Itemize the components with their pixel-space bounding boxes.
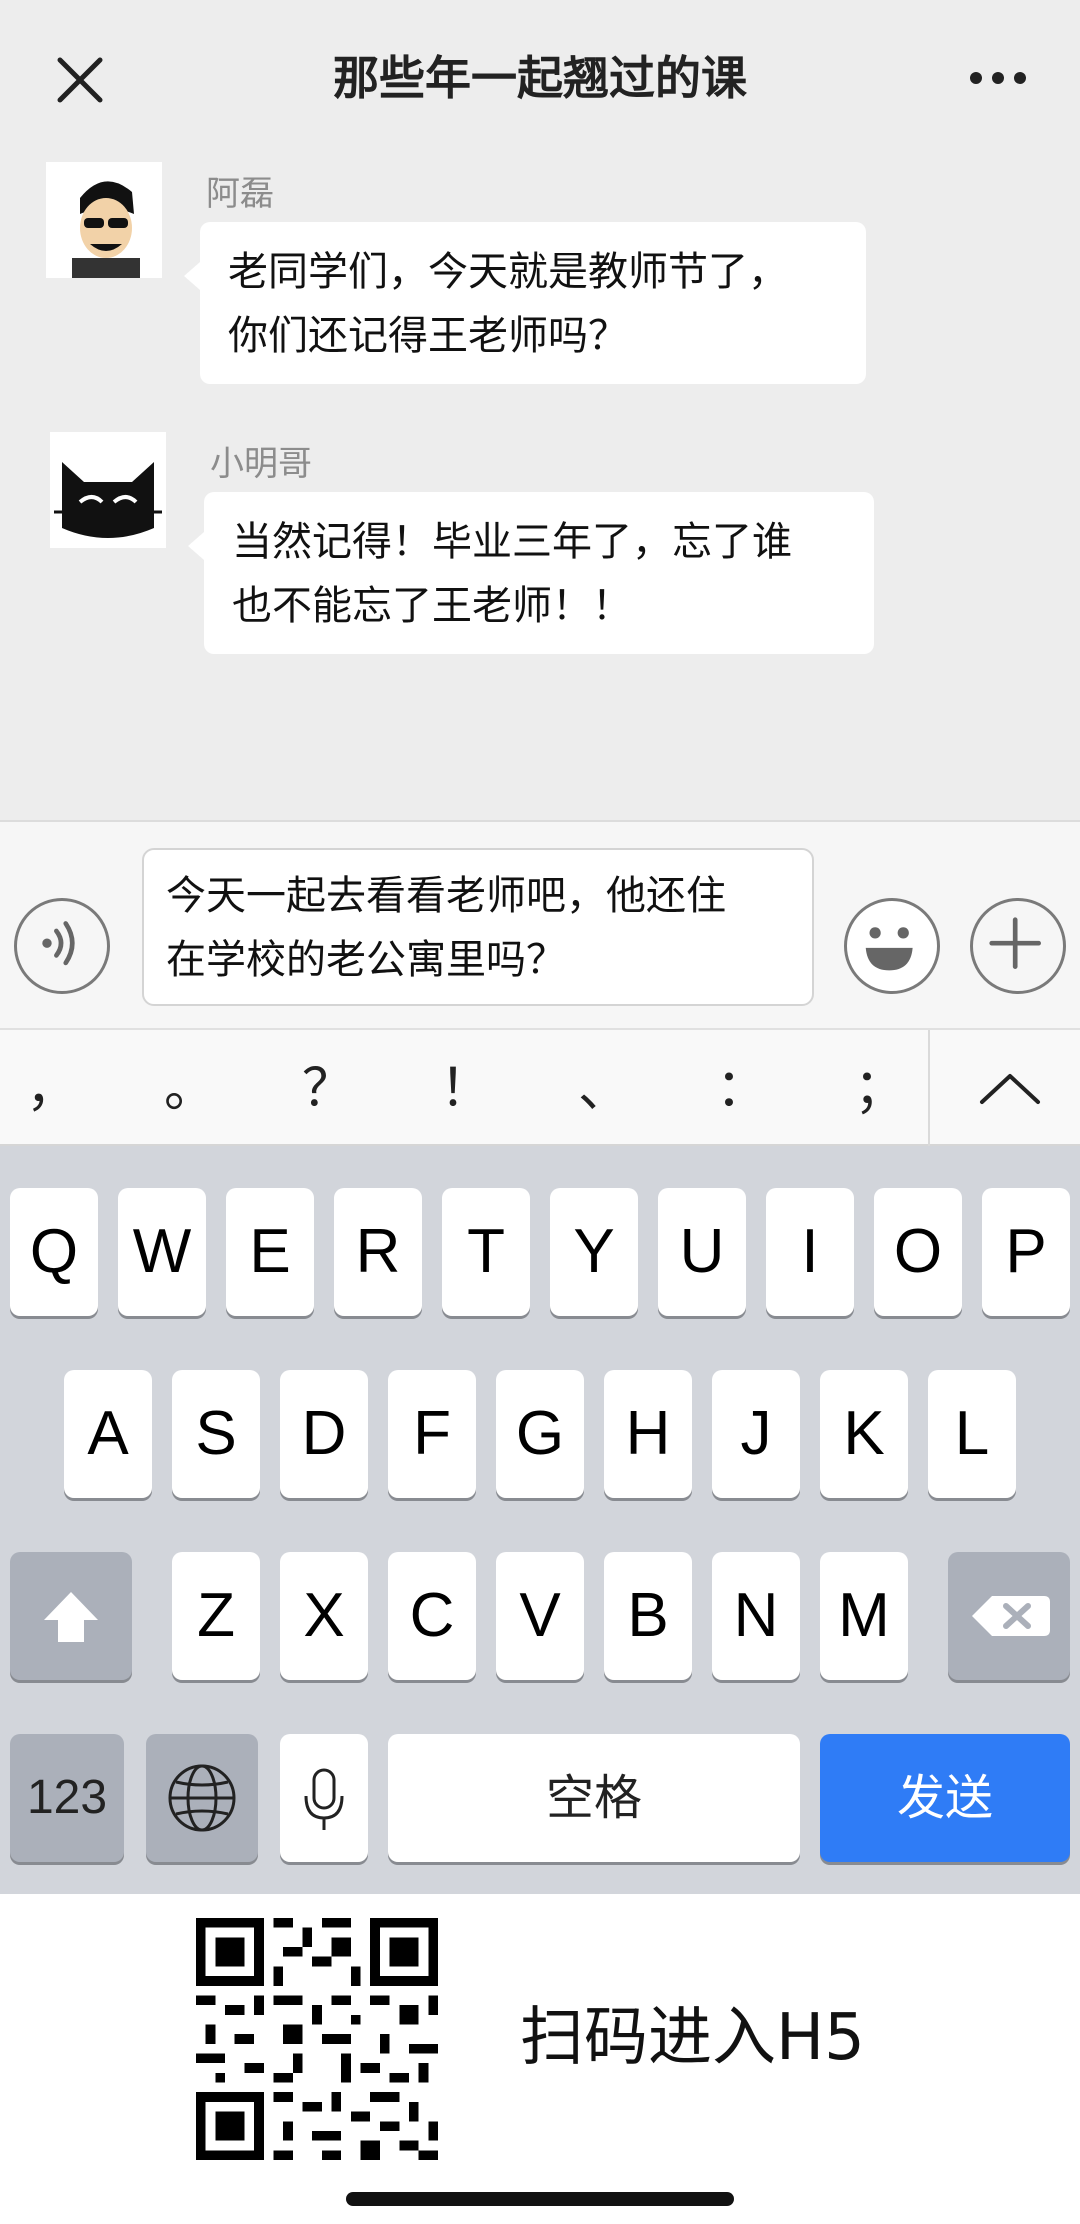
page-title: 那些年一起翘过的课 <box>333 51 747 105</box>
plus-icon <box>989 917 1041 969</box>
avatar[interactable] <box>50 432 166 548</box>
sender-name: 阿磊 <box>206 174 274 214</box>
punct-key[interactable]: ： <box>696 1044 788 1134</box>
shift-key[interactable] <box>10 1552 132 1680</box>
qr-caption: 扫码进入H5 <box>520 2001 865 2075</box>
key-p[interactable]: P <box>982 1188 1070 1316</box>
qr-footer: 扫码进入H5 <box>0 1894 1080 2224</box>
punct-key[interactable]: ， <box>6 1044 98 1134</box>
title-bar: 那些年一起翘过的课 <box>0 0 1080 150</box>
key-i[interactable]: I <box>766 1188 854 1316</box>
space-key[interactable]: 空格 <box>388 1734 800 1862</box>
key-c[interactable]: C <box>388 1552 476 1680</box>
key-n[interactable]: N <box>712 1552 800 1680</box>
key-y[interactable]: Y <box>550 1188 638 1316</box>
message-input[interactable]: 今天一起去看看老师吧，他还住 在学校的老公寓里吗？ <box>142 848 814 1006</box>
input-text: 在学校的老公寓里吗？ <box>166 937 566 983</box>
key-x[interactable]: X <box>280 1552 368 1680</box>
key-t[interactable]: T <box>442 1188 530 1316</box>
key-h[interactable]: H <box>604 1370 692 1498</box>
mic-key[interactable] <box>280 1734 368 1862</box>
emoji-icon <box>865 927 913 971</box>
backspace-icon <box>972 1596 1050 1636</box>
key-u[interactable]: U <box>658 1188 746 1316</box>
key-g[interactable]: G <box>496 1370 584 1498</box>
keyboard: Q W E R T Y U I O P A S D F G H J K L Z … <box>0 1146 1080 1894</box>
emoji-button[interactable] <box>844 898 940 994</box>
avatar-cartoon-man <box>46 162 162 278</box>
plus-button[interactable] <box>970 898 1066 994</box>
voice-icon <box>42 921 75 966</box>
microphone-icon <box>304 1768 344 1830</box>
qr-code-icon[interactable] <box>196 1918 438 2160</box>
punct-key[interactable]: ； <box>834 1044 926 1134</box>
key-w[interactable]: W <box>118 1188 206 1316</box>
key-b[interactable]: B <box>604 1552 692 1680</box>
voice-button[interactable] <box>14 898 110 994</box>
punct-key[interactable]: ！ <box>420 1044 512 1134</box>
message-text: 也不能忘了王老师！！ <box>232 583 632 629</box>
delete-key[interactable] <box>948 1552 1070 1680</box>
input-text: 今天一起去看看老师吧，他还住 <box>166 873 726 919</box>
key-k[interactable]: K <box>820 1370 908 1498</box>
punctuation-bar: ， 。 ？ ！ 、 ： ； <box>0 1028 1080 1148</box>
punct-key[interactable]: 。 <box>144 1044 236 1134</box>
home-indicator <box>346 2192 734 2206</box>
chat-area: 阿磊 老同学们，今天就是教师节了， 你们还记得王老师吗？ 小明哥 当然记得！毕业… <box>0 150 1080 820</box>
message-bubble[interactable]: 老同学们，今天就是教师节了， 你们还记得王老师吗？ <box>184 222 866 384</box>
divider <box>928 1030 930 1148</box>
key-f[interactable]: F <box>388 1370 476 1498</box>
shift-icon <box>44 1592 98 1642</box>
sender-name: 小明哥 <box>210 444 312 484</box>
key-s[interactable]: S <box>172 1370 260 1498</box>
key-r[interactable]: R <box>334 1188 422 1316</box>
punct-key[interactable]: ？ <box>282 1044 374 1134</box>
send-button[interactable]: 发送 <box>820 1734 1070 1862</box>
message-bubble[interactable]: 当然记得！毕业三年了，忘了谁 也不能忘了王老师！！ <box>188 492 874 654</box>
key-j[interactable]: J <box>712 1370 800 1498</box>
globe-key[interactable] <box>146 1734 258 1862</box>
avatar-black-cat <box>50 432 166 548</box>
key-o[interactable]: O <box>874 1188 962 1316</box>
key-q[interactable]: Q <box>10 1188 98 1316</box>
key-e[interactable]: E <box>226 1188 314 1316</box>
numbers-key[interactable]: 123 <box>10 1734 124 1862</box>
punct-key[interactable]: 、 <box>558 1044 650 1134</box>
more-icon[interactable] <box>968 58 1028 98</box>
globe-icon <box>168 1764 236 1832</box>
message-text: 老同学们，今天就是教师节了， <box>228 249 788 295</box>
chevron-up-icon[interactable] <box>970 1050 1050 1130</box>
key-z[interactable]: Z <box>172 1552 260 1680</box>
key-m[interactable]: M <box>820 1552 908 1680</box>
key-l[interactable]: L <box>928 1370 1016 1498</box>
message-text: 你们还记得王老师吗？ <box>228 313 628 359</box>
message-text: 当然记得！毕业三年了，忘了谁 <box>232 519 792 565</box>
input-bar: 今天一起去看看老师吧，他还住 在学校的老公寓里吗？ <box>0 820 1080 1028</box>
avatar[interactable] <box>46 162 162 278</box>
key-d[interactable]: D <box>280 1370 368 1498</box>
key-v[interactable]: V <box>496 1552 584 1680</box>
key-a[interactable]: A <box>64 1370 152 1498</box>
